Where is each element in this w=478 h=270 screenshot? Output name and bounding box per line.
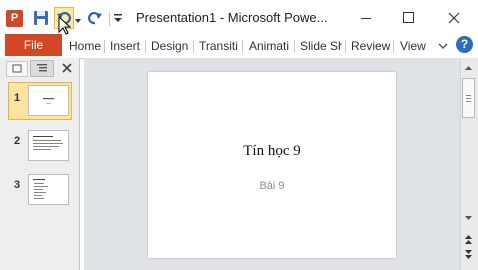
maximize-button[interactable] bbox=[392, 6, 424, 30]
tab-divider bbox=[104, 40, 105, 53]
slide-title[interactable]: Tín học 9 bbox=[148, 143, 396, 160]
tab-divider bbox=[145, 40, 146, 53]
tab-divider bbox=[294, 40, 295, 53]
close-icon bbox=[62, 63, 72, 73]
close-icon bbox=[448, 12, 460, 24]
ribbon-expand-button[interactable] bbox=[436, 39, 450, 53]
customize-toolbar-button[interactable] bbox=[112, 10, 124, 26]
window-title: Presentation1 - Microsoft Powe... bbox=[136, 10, 328, 25]
tab-animations[interactable]: Animati bbox=[249, 37, 291, 55]
tab-home[interactable]: Home bbox=[69, 37, 102, 55]
tab-design[interactable]: Design bbox=[151, 37, 191, 55]
grip-icon bbox=[466, 95, 471, 102]
slides-icon bbox=[12, 64, 22, 73]
scroll-up-button[interactable] bbox=[462, 62, 475, 72]
slide-number: 1 bbox=[14, 92, 21, 104]
slide-number: 2 bbox=[14, 135, 21, 147]
file-tab[interactable]: File bbox=[5, 34, 62, 56]
help-button[interactable]: ? bbox=[456, 36, 473, 53]
minimize-button[interactable] bbox=[350, 6, 382, 30]
tab-divider bbox=[345, 40, 346, 53]
previous-slide-button[interactable] bbox=[462, 232, 475, 246]
save-button[interactable] bbox=[32, 9, 50, 27]
slide-subtitle[interactable]: Bài 9 bbox=[148, 180, 396, 192]
save-icon bbox=[34, 11, 48, 25]
customize-icon bbox=[114, 14, 122, 22]
tab-transitions[interactable]: Transiti bbox=[199, 37, 240, 55]
pane-close-button[interactable] bbox=[60, 61, 74, 75]
minimize-icon bbox=[361, 18, 371, 19]
slide-number: 3 bbox=[14, 179, 21, 191]
scroll-thumb[interactable] bbox=[462, 78, 475, 118]
scroll-down-button[interactable] bbox=[462, 212, 475, 222]
tab-divider bbox=[193, 40, 194, 53]
slide-thumbnail-1[interactable] bbox=[28, 85, 69, 116]
maximize-icon bbox=[403, 12, 414, 23]
slide-thumbnail-3[interactable] bbox=[28, 174, 69, 205]
chevron-down-icon bbox=[438, 43, 448, 49]
redo-icon bbox=[88, 12, 102, 25]
tab-review[interactable]: Review bbox=[351, 37, 390, 55]
arrow-down-icon bbox=[465, 216, 472, 220]
slide-canvas[interactable] bbox=[148, 72, 396, 258]
redo-button[interactable] bbox=[87, 9, 105, 27]
close-button[interactable] bbox=[438, 6, 470, 30]
slide-thumbnail-2[interactable] bbox=[28, 130, 69, 161]
double-chevron-down-icon bbox=[465, 250, 472, 259]
tab-divider bbox=[393, 40, 394, 53]
powerpoint-logo-icon[interactable]: P bbox=[6, 10, 23, 27]
arrow-up-icon bbox=[465, 66, 472, 70]
slides-view-tab[interactable] bbox=[6, 61, 28, 77]
tab-divider bbox=[242, 40, 243, 53]
tab-view[interactable]: View bbox=[400, 37, 428, 55]
double-chevron-up-icon bbox=[465, 235, 472, 244]
slide-preview bbox=[33, 179, 48, 199]
undo-dropdown-button[interactable] bbox=[74, 14, 82, 23]
tab-insert[interactable]: Insert bbox=[110, 37, 143, 55]
dropdown-icon bbox=[75, 19, 81, 23]
toolbar-divider bbox=[109, 12, 110, 26]
mouse-cursor-icon bbox=[58, 15, 72, 36]
outline-icon bbox=[37, 64, 47, 72]
outline-view-tab[interactable] bbox=[30, 60, 54, 77]
slide-preview bbox=[33, 136, 63, 150]
tab-slide-show[interactable]: Slide Sh bbox=[300, 37, 342, 55]
next-slide-button[interactable] bbox=[462, 248, 475, 262]
slide-preview bbox=[43, 98, 54, 104]
